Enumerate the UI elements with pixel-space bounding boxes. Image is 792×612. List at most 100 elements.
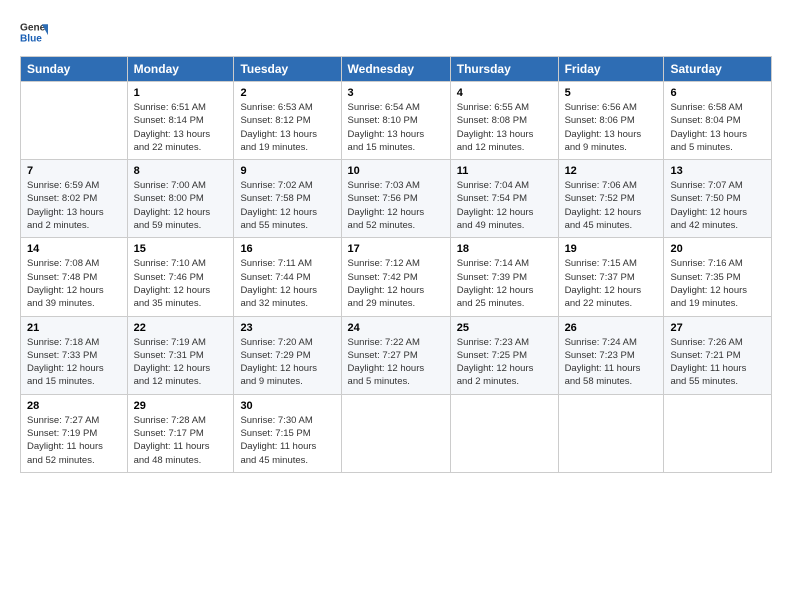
day-cell: 11 Sunrise: 7:04 AM Sunset: 7:54 PM Dayli… [450, 160, 558, 238]
col-header-monday: Monday [127, 57, 234, 82]
day-cell: 24 Sunrise: 7:22 AM Sunset: 7:27 PM Dayli… [341, 316, 450, 394]
day-detail: Sunrise: 7:11 AM Sunset: 7:44 PM Dayligh… [240, 257, 334, 310]
week-row-5: 28 Sunrise: 7:27 AM Sunset: 7:19 PM Dayli… [21, 394, 772, 472]
day-detail: Sunrise: 7:14 AM Sunset: 7:39 PM Dayligh… [457, 257, 552, 310]
day-detail: Sunrise: 7:24 AM Sunset: 7:23 PM Dayligh… [565, 336, 658, 389]
day-number: 4 [457, 87, 552, 99]
day-cell: 15Sunrise: 7:10 AM Sunset: 7:46 PM Dayli… [127, 238, 234, 316]
day-cell: 3 Sunrise: 6:54 AM Sunset: 8:10 PM Daylig… [341, 82, 450, 160]
day-number: 23 [240, 322, 334, 334]
col-header-wednesday: Wednesday [341, 57, 450, 82]
day-detail: Sunrise: 7:00 AM Sunset: 8:00 PM Dayligh… [134, 179, 228, 232]
header-row: SundayMondayTuesdayWednesdayThursdayFrid… [21, 57, 772, 82]
day-detail: Sunrise: 7:07 AM Sunset: 7:50 PM Dayligh… [670, 179, 765, 232]
day-detail: Sunrise: 7:20 AM Sunset: 7:29 PM Dayligh… [240, 336, 334, 389]
day-cell: 19Sunrise: 7:15 AM Sunset: 7:37 PM Dayli… [558, 238, 664, 316]
day-number: 1 [134, 87, 228, 99]
day-detail: Sunrise: 6:59 AM Sunset: 8:02 PM Dayligh… [27, 179, 121, 232]
day-cell: 18 Sunrise: 7:14 AM Sunset: 7:39 PM Dayli… [450, 238, 558, 316]
day-number: 7 [27, 165, 121, 177]
day-cell: 5 Sunrise: 6:56 AM Sunset: 8:06 PM Daylig… [558, 82, 664, 160]
day-number: 13 [670, 165, 765, 177]
day-number: 24 [348, 322, 444, 334]
day-cell: 17 Sunrise: 7:12 AM Sunset: 7:42 PM Dayli… [341, 238, 450, 316]
page: General Blue SundayMondayTuesdayWednesda… [0, 0, 792, 612]
day-number: 29 [134, 400, 228, 412]
day-number: 28 [27, 400, 121, 412]
col-header-thursday: Thursday [450, 57, 558, 82]
day-cell [664, 394, 772, 472]
day-number: 20 [670, 243, 765, 255]
day-cell: 12 Sunrise: 7:06 AM Sunset: 7:52 PM Dayli… [558, 160, 664, 238]
day-number: 27 [670, 322, 765, 334]
day-detail: Sunrise: 7:23 AM Sunset: 7:25 PM Dayligh… [457, 336, 552, 389]
day-detail: Sunrise: 6:56 AM Sunset: 8:06 PM Dayligh… [565, 101, 658, 154]
logo-icon: General Blue [20, 18, 48, 46]
week-row-1: 1 Sunrise: 6:51 AM Sunset: 8:14 PM Daylig… [21, 82, 772, 160]
day-detail: Sunrise: 7:03 AM Sunset: 7:56 PM Dayligh… [348, 179, 444, 232]
calendar-table: SundayMondayTuesdayWednesdayThursdayFrid… [20, 56, 772, 473]
day-number: 25 [457, 322, 552, 334]
day-cell: 9 Sunrise: 7:02 AM Sunset: 7:58 PM Daylig… [234, 160, 341, 238]
day-number: 18 [457, 243, 552, 255]
day-cell: 8Sunrise: 7:00 AM Sunset: 8:00 PM Daylig… [127, 160, 234, 238]
day-cell: 22Sunrise: 7:19 AM Sunset: 7:31 PM Dayli… [127, 316, 234, 394]
day-number: 30 [240, 400, 334, 412]
day-cell: 25 Sunrise: 7:23 AM Sunset: 7:25 PM Dayli… [450, 316, 558, 394]
day-number: 9 [240, 165, 334, 177]
day-detail: Sunrise: 6:58 AM Sunset: 8:04 PM Dayligh… [670, 101, 765, 154]
day-cell: 30 Sunrise: 7:30 AM Sunset: 7:15 PM Dayli… [234, 394, 341, 472]
day-number: 16 [240, 243, 334, 255]
day-detail: Sunrise: 7:22 AM Sunset: 7:27 PM Dayligh… [348, 336, 444, 389]
day-detail: Sunrise: 7:30 AM Sunset: 7:15 PM Dayligh… [240, 414, 334, 467]
day-cell [450, 394, 558, 472]
day-number: 5 [565, 87, 658, 99]
day-cell: 26 Sunrise: 7:24 AM Sunset: 7:23 PM Dayli… [558, 316, 664, 394]
day-cell: 21 Sunrise: 7:18 AM Sunset: 7:33 PM Dayli… [21, 316, 128, 394]
col-header-sunday: Sunday [21, 57, 128, 82]
day-detail: Sunrise: 7:27 AM Sunset: 7:19 PM Dayligh… [27, 414, 121, 467]
day-number: 6 [670, 87, 765, 99]
day-cell: 27 Sunrise: 7:26 AM Sunset: 7:21 PM Dayli… [664, 316, 772, 394]
day-number: 14 [27, 243, 121, 255]
day-cell: 20 Sunrise: 7:16 AM Sunset: 7:35 PM Dayli… [664, 238, 772, 316]
day-cell: 28 Sunrise: 7:27 AM Sunset: 7:19 PM Dayli… [21, 394, 128, 472]
day-cell [341, 394, 450, 472]
day-detail: Sunrise: 7:28 AM Sunset: 7:17 PM Dayligh… [134, 414, 228, 467]
day-detail: Sunrise: 7:16 AM Sunset: 7:35 PM Dayligh… [670, 257, 765, 310]
day-number: 17 [348, 243, 444, 255]
day-detail: Sunrise: 7:26 AM Sunset: 7:21 PM Dayligh… [670, 336, 765, 389]
day-number: 26 [565, 322, 658, 334]
day-number: 15 [134, 243, 228, 255]
day-number: 11 [457, 165, 552, 177]
day-detail: Sunrise: 7:08 AM Sunset: 7:48 PM Dayligh… [27, 257, 121, 310]
day-detail: Sunrise: 7:02 AM Sunset: 7:58 PM Dayligh… [240, 179, 334, 232]
day-detail: Sunrise: 7:06 AM Sunset: 7:52 PM Dayligh… [565, 179, 658, 232]
col-header-tuesday: Tuesday [234, 57, 341, 82]
col-header-saturday: Saturday [664, 57, 772, 82]
day-detail: Sunrise: 6:51 AM Sunset: 8:14 PM Dayligh… [134, 101, 228, 154]
day-detail: Sunrise: 7:18 AM Sunset: 7:33 PM Dayligh… [27, 336, 121, 389]
day-cell: 4 Sunrise: 6:55 AM Sunset: 8:08 PM Daylig… [450, 82, 558, 160]
svg-text:General: General [20, 22, 48, 33]
week-row-4: 21 Sunrise: 7:18 AM Sunset: 7:33 PM Dayli… [21, 316, 772, 394]
day-detail: Sunrise: 7:12 AM Sunset: 7:42 PM Dayligh… [348, 257, 444, 310]
week-row-3: 14 Sunrise: 7:08 AM Sunset: 7:48 PM Dayli… [21, 238, 772, 316]
day-cell [21, 82, 128, 160]
logo: General Blue [20, 18, 48, 46]
day-cell: 16 Sunrise: 7:11 AM Sunset: 7:44 PM Dayli… [234, 238, 341, 316]
day-number: 22 [134, 322, 228, 334]
day-detail: Sunrise: 7:04 AM Sunset: 7:54 PM Dayligh… [457, 179, 552, 232]
day-number: 3 [348, 87, 444, 99]
day-number: 12 [565, 165, 658, 177]
day-number: 2 [240, 87, 334, 99]
day-detail: Sunrise: 6:55 AM Sunset: 8:08 PM Dayligh… [457, 101, 552, 154]
day-number: 21 [27, 322, 121, 334]
day-cell: 1 Sunrise: 6:51 AM Sunset: 8:14 PM Daylig… [127, 82, 234, 160]
day-detail: Sunrise: 6:54 AM Sunset: 8:10 PM Dayligh… [348, 101, 444, 154]
day-detail: Sunrise: 6:53 AM Sunset: 8:12 PM Dayligh… [240, 101, 334, 154]
day-cell: 13 Sunrise: 7:07 AM Sunset: 7:50 PM Dayli… [664, 160, 772, 238]
day-cell: 6 Sunrise: 6:58 AM Sunset: 8:04 PM Daylig… [664, 82, 772, 160]
day-number: 10 [348, 165, 444, 177]
week-row-2: 7 Sunrise: 6:59 AM Sunset: 8:02 PM Daylig… [21, 160, 772, 238]
